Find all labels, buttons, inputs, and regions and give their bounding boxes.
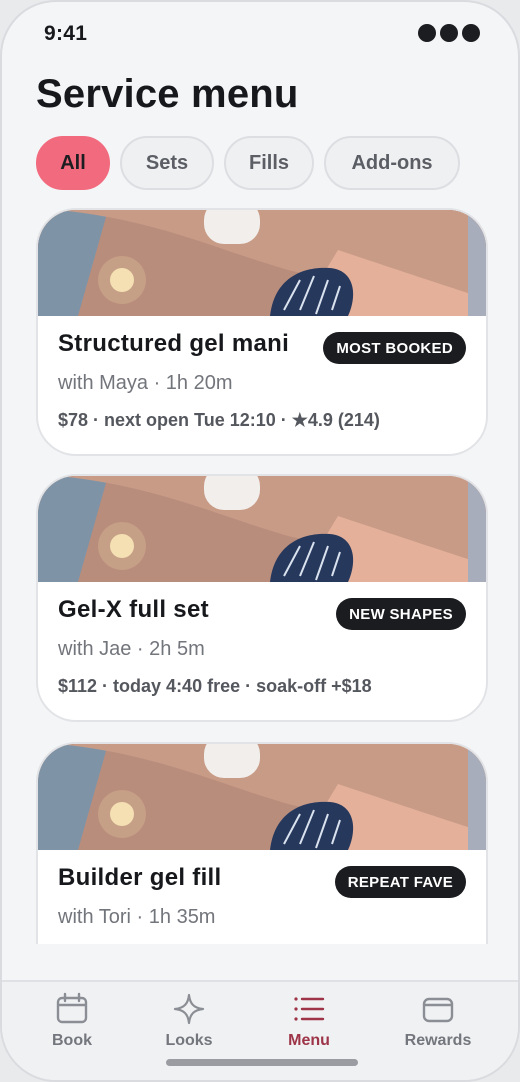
- filter-chip-all[interactable]: All: [36, 136, 110, 190]
- tab-menu[interactable]: Menu: [254, 982, 364, 1062]
- filter-chip-fills[interactable]: Fills: [224, 136, 314, 190]
- service-badge: NEW SHAPES: [336, 598, 466, 630]
- filter-chip-add-ons[interactable]: Add-ons: [324, 136, 460, 190]
- service-photo: [38, 476, 486, 582]
- calendar-icon: [56, 992, 88, 1024]
- filter-chip-sets[interactable]: Sets: [120, 136, 214, 190]
- service-subtitle: with Maya · 1h 20m: [58, 372, 233, 394]
- service-badge: REPEAT FAVE: [334, 866, 466, 898]
- sparkle-icon: [173, 993, 205, 1025]
- status-dot: [440, 24, 458, 42]
- status-dot: [418, 24, 436, 42]
- wallet-icon: [422, 997, 454, 1023]
- service-subtitle: with Jae · 2h 5m: [58, 638, 205, 660]
- tab-rewards[interactable]: Rewards: [383, 982, 493, 1062]
- service-title: Gel-X full set: [58, 596, 209, 623]
- filter-chips: All Sets Fills Add-ons: [36, 136, 460, 190]
- service-title: Builder gel fill: [58, 864, 222, 891]
- phone-screen: 9:41 Service menu All Sets Fills Add-ons: [0, 0, 520, 1082]
- status-dot: [462, 24, 480, 42]
- tab-label: Book: [52, 1032, 92, 1049]
- page-title: Service menu: [36, 72, 299, 116]
- service-meta: $112 · today 4:40 free · soak-off +$18: [58, 676, 372, 696]
- service-badge: MOST BOOKED: [323, 332, 466, 364]
- tab-book[interactable]: Book: [17, 982, 127, 1062]
- service-card[interactable]: Gel-X full set NEW SHAPES with Jae · 2h …: [36, 474, 488, 722]
- status-indicators: [418, 24, 480, 42]
- home-indicator: [166, 1059, 358, 1066]
- tab-looks[interactable]: Looks: [134, 982, 244, 1062]
- service-photo: [38, 210, 486, 316]
- service-meta: $78 · next open Tue 12:10 · ★4.9 (214): [58, 410, 380, 430]
- service-subtitle: with Tori · 1h 35m: [58, 906, 216, 928]
- service-card[interactable]: Structured gel mani MOST BOOKED with May…: [36, 208, 488, 456]
- list-icon: [294, 997, 325, 1021]
- tab-label: Rewards: [404, 1032, 472, 1049]
- tab-label: Looks: [165, 1032, 213, 1049]
- status-time: 9:41: [44, 22, 88, 45]
- bottom-tab-bar: Book Looks Menu Rewards: [2, 980, 518, 1080]
- service-photo: [38, 744, 486, 850]
- service-list[interactable]: Structured gel mani MOST BOOKED with May…: [2, 208, 518, 944]
- service-title: Structured gel mani: [58, 330, 290, 357]
- service-card[interactable]: Builder gel fill REPEAT FAVE with Tori ·…: [36, 742, 488, 944]
- tab-label: Menu: [288, 1032, 330, 1049]
